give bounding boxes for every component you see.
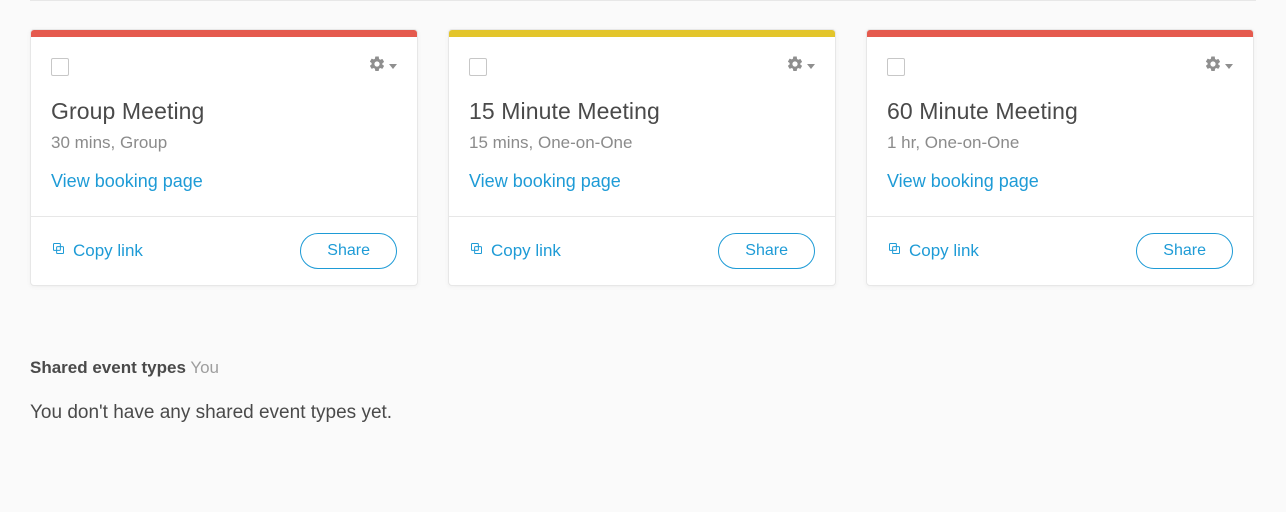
- top-divider: [30, 0, 1256, 1]
- copy-icon: [51, 241, 66, 261]
- chevron-down-icon: [1225, 64, 1233, 69]
- event-card: 60 Minute Meeting 1 hr, One-on-One View …: [866, 29, 1254, 286]
- select-checkbox[interactable]: [887, 58, 905, 76]
- view-booking-link[interactable]: View booking page: [51, 171, 203, 191]
- view-booking-link[interactable]: View booking page: [469, 171, 621, 191]
- event-cards-row: Group Meeting 30 mins, Group View bookin…: [30, 29, 1256, 286]
- event-title: 15 Minute Meeting: [469, 98, 815, 125]
- settings-menu[interactable]: [786, 55, 815, 78]
- event-card: 15 Minute Meeting 15 mins, One-on-One Vi…: [448, 29, 836, 286]
- event-card: Group Meeting 30 mins, Group View bookin…: [30, 29, 418, 286]
- shared-heading-bold: Shared event types: [30, 358, 186, 377]
- gear-icon: [368, 55, 386, 78]
- copy-link-button[interactable]: Copy link: [887, 241, 979, 261]
- gear-icon: [1204, 55, 1222, 78]
- copy-icon: [469, 241, 484, 261]
- gear-icon: [786, 55, 804, 78]
- event-title: 60 Minute Meeting: [887, 98, 1233, 125]
- card-accent: [867, 30, 1253, 37]
- view-booking-link[interactable]: View booking page: [887, 171, 1039, 191]
- copy-link-label: Copy link: [73, 241, 143, 261]
- copy-link-label: Copy link: [909, 241, 979, 261]
- settings-menu[interactable]: [368, 55, 397, 78]
- card-accent: [31, 30, 417, 37]
- shared-heading: Shared event types You: [30, 358, 1256, 378]
- card-accent: [449, 30, 835, 37]
- shared-empty-message: You don't have any shared event types ye…: [30, 402, 1256, 424]
- event-subtitle: 1 hr, One-on-One: [887, 133, 1233, 153]
- event-subtitle: 30 mins, Group: [51, 133, 397, 153]
- chevron-down-icon: [807, 64, 815, 69]
- shared-heading-suffix: You: [190, 358, 219, 377]
- copy-icon: [887, 241, 902, 261]
- copy-link-button[interactable]: Copy link: [469, 241, 561, 261]
- settings-menu[interactable]: [1204, 55, 1233, 78]
- share-button[interactable]: Share: [300, 233, 397, 269]
- share-button[interactable]: Share: [1136, 233, 1233, 269]
- event-subtitle: 15 mins, One-on-One: [469, 133, 815, 153]
- copy-link-button[interactable]: Copy link: [51, 241, 143, 261]
- event-title: Group Meeting: [51, 98, 397, 125]
- chevron-down-icon: [389, 64, 397, 69]
- copy-link-label: Copy link: [491, 241, 561, 261]
- select-checkbox[interactable]: [51, 58, 69, 76]
- shared-event-types-section: Shared event types You You don't have an…: [30, 358, 1256, 424]
- select-checkbox[interactable]: [469, 58, 487, 76]
- share-button[interactable]: Share: [718, 233, 815, 269]
